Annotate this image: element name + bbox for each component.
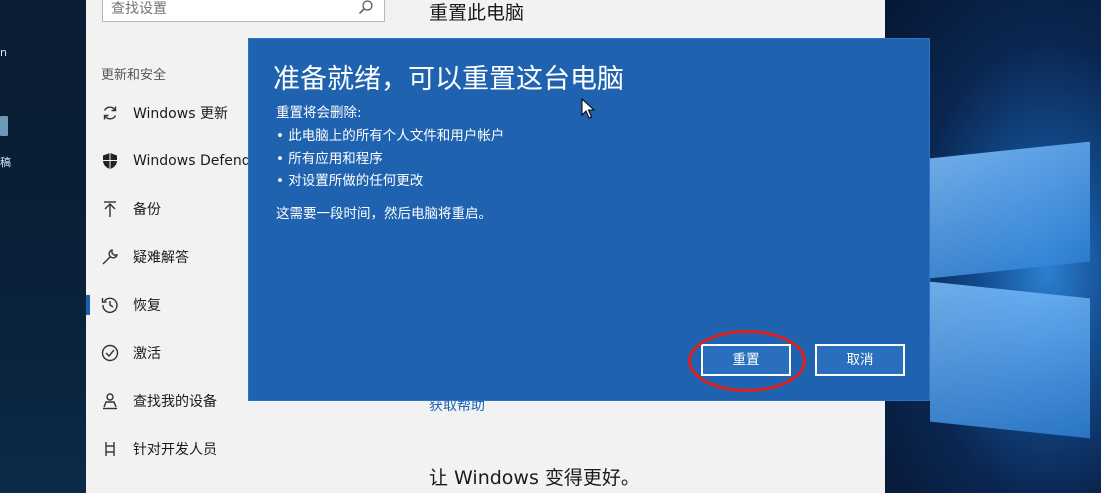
remove-bullet: • 对设置所做的任何更改 — [276, 173, 424, 189]
active-indicator — [86, 295, 90, 315]
sync-icon — [100, 103, 120, 123]
bullet-text: 所有应用和程序 — [288, 151, 383, 167]
section-title: 更新和安全 — [101, 68, 167, 83]
sidebar-item-label: Windows 更新 — [133, 106, 228, 122]
sidebar-item-label: 针对开发人员 — [133, 442, 217, 458]
desktop-background-left: n 稿 — [0, 0, 86, 493]
remove-bullet: • 此电脑上的所有个人文件和用户帐户 — [276, 128, 505, 144]
desktop-icon-label: 稿 — [0, 156, 11, 169]
reset-pc-dialog: 准备就绪，可以重置这台电脑 重置将会删除: • 此电脑上的所有个人文件和用户帐户… — [249, 39, 929, 400]
search-input[interactable] — [111, 0, 351, 19]
sidebar-item-for-developers[interactable]: 针对开发人员 — [86, 429, 386, 469]
cancel-button[interactable]: 取消 — [815, 344, 905, 376]
sidebar-item-label: Windows Defender — [133, 153, 266, 169]
bullet-text: 此电脑上的所有个人文件和用户帐户 — [288, 128, 505, 144]
developer-icon — [100, 439, 120, 459]
wallpaper-pane — [930, 141, 1090, 279]
sidebar-item-label: 激活 — [133, 346, 161, 362]
desktop-icon[interactable] — [0, 116, 8, 136]
bullet-text: 对设置所做的任何更改 — [288, 173, 424, 189]
wallpaper-pane — [930, 281, 1090, 439]
wrench-icon — [100, 247, 120, 267]
check-circle-icon — [100, 343, 120, 363]
person-pin-icon — [100, 391, 120, 411]
search-box[interactable] — [102, 0, 385, 22]
desktop-icon-label: n — [0, 46, 7, 59]
history-icon — [100, 295, 120, 315]
remove-intro-text: 重置将会删除: — [276, 105, 362, 121]
sidebar-item-label: 疑难解答 — [133, 250, 189, 266]
dialog-title: 准备就绪，可以重置这台电脑 — [273, 64, 624, 95]
shield-icon — [100, 151, 120, 171]
page-title: 重置此电脑 — [429, 2, 525, 24]
restart-note: 这需要一段时间，然后电脑将重启。 — [276, 206, 492, 222]
mouse-cursor-icon — [581, 98, 595, 119]
reset-button[interactable]: 重置 — [701, 344, 791, 376]
feedback-heading: 让 Windows 变得更好。 — [429, 467, 640, 489]
backup-arrow-icon — [100, 199, 120, 219]
sidebar-item-label: 备份 — [133, 202, 161, 218]
sidebar-item-label: 恢复 — [133, 298, 161, 314]
remove-bullet: • 所有应用和程序 — [276, 151, 383, 167]
sidebar-item-label: 查找我的设备 — [133, 394, 217, 410]
search-icon[interactable] — [358, 0, 374, 15]
